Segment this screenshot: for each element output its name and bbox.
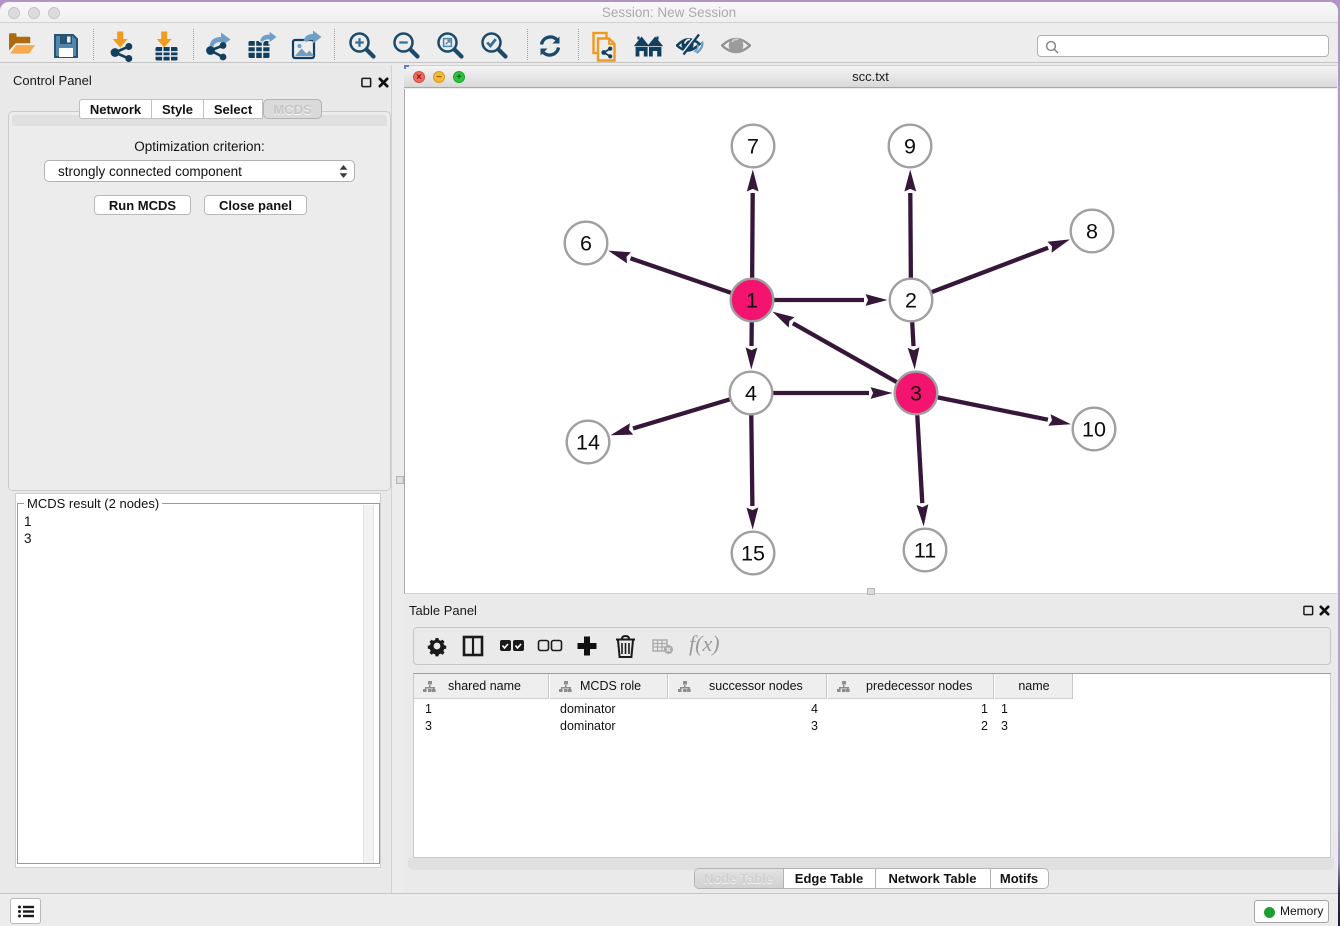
svg-text:9: 9	[904, 135, 916, 159]
svg-text:15: 15	[741, 542, 765, 566]
svg-text:4: 4	[745, 382, 757, 406]
svg-text:11: 11	[914, 539, 936, 563]
svg-text:14: 14	[576, 431, 600, 455]
svg-text:6: 6	[580, 232, 592, 256]
svg-text:2: 2	[905, 289, 917, 313]
svg-text:10: 10	[1082, 418, 1106, 442]
svg-text:8: 8	[1086, 220, 1098, 244]
svg-text:3: 3	[910, 382, 922, 406]
svg-text:7: 7	[747, 135, 759, 159]
svg-text:1: 1	[746, 289, 758, 313]
